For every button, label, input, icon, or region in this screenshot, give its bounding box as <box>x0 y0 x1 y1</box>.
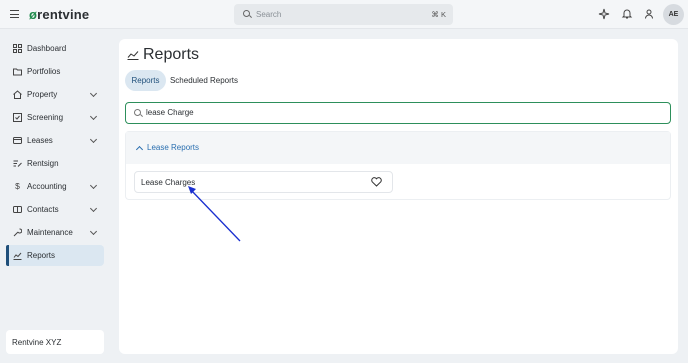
signature-icon <box>13 159 22 168</box>
sidebar-item-label: Screening <box>27 113 64 122</box>
chevron-down-icon <box>89 112 98 121</box>
sidebar-item-label: Portfolios <box>27 67 61 76</box>
report-item-lease-charges[interactable]: Lease Charges <box>134 171 393 193</box>
sidebar-item-label: Accounting <box>27 182 67 191</box>
sidebar-item-dashboard[interactable]: Dashboard <box>6 38 104 59</box>
reports-icon <box>127 50 139 60</box>
dollar-icon: $ <box>15 181 20 191</box>
sidebar-item-rentsign[interactable]: Rentsign <box>6 153 104 174</box>
wrench-icon <box>13 228 23 237</box>
sidebar-item-reports[interactable]: Reports <box>6 245 104 266</box>
sidebar-item-property[interactable]: Property <box>6 84 104 105</box>
sidebar-item-label: Rentsign <box>27 159 59 168</box>
search-icon <box>243 10 250 17</box>
organization-name: Rentvine XYZ <box>12 338 62 347</box>
organization-switcher[interactable]: Rentvine XYZ <box>6 330 104 354</box>
heart-icon[interactable] <box>371 177 382 187</box>
main-panel: Reports Reports Scheduled Reports lease … <box>119 39 678 354</box>
avatar[interactable]: AE <box>663 4 684 25</box>
sidebar-item-label: Leases <box>27 136 53 145</box>
global-search[interactable]: Search ⌘ K <box>234 4 453 25</box>
sidebar-item-label: Dashboard <box>27 44 67 53</box>
search-shortcut: ⌘ K <box>431 10 446 19</box>
reports-icon <box>13 251 22 260</box>
menu-icon[interactable] <box>10 10 19 18</box>
search-placeholder: Search <box>256 10 282 19</box>
search-icon <box>134 109 141 116</box>
sidebar-item-label: Contacts <box>27 205 59 214</box>
sidebar-item-screening[interactable]: Screening <box>6 107 104 128</box>
report-group-header[interactable]: Lease Reports <box>126 132 670 164</box>
logo[interactable]: ørentvine <box>29 7 89 22</box>
report-group: Lease Reports Lease Charges <box>125 131 671 200</box>
sidebar-item-label: Reports <box>27 251 56 260</box>
dashboard-icon <box>13 44 22 53</box>
sidebar-item-portfolios[interactable]: Portfolios <box>6 61 104 82</box>
user-icon[interactable] <box>643 8 655 20</box>
folder-icon <box>13 67 22 76</box>
chevron-down-icon <box>89 135 98 144</box>
sidebar-item-leases[interactable]: Leases <box>6 130 104 151</box>
lease-icon <box>13 136 22 145</box>
chevron-down-icon <box>89 89 98 98</box>
contacts-icon <box>13 205 22 214</box>
report-search-input[interactable]: lease Charge <box>125 102 671 124</box>
sidebar-item-contacts[interactable]: Contacts <box>6 199 104 220</box>
page-title: Reports <box>143 46 200 63</box>
sidebar-item-label: Property <box>27 90 58 99</box>
report-search-value: lease Charge <box>146 108 194 117</box>
chevron-down-icon <box>89 227 98 236</box>
sidebar-item-maintenance[interactable]: Maintenance <box>6 222 104 243</box>
tab-scheduled-reports[interactable]: Scheduled Reports <box>169 70 239 91</box>
screening-icon <box>13 113 22 122</box>
chevron-down-icon <box>89 204 98 213</box>
sidebar: Dashboard Portfolios Property Screening … <box>0 29 112 363</box>
tab-reports[interactable]: Reports <box>125 70 166 91</box>
logo-mark: ø <box>29 7 38 22</box>
top-bar: ørentvine Search ⌘ K AE <box>0 0 688 29</box>
chevron-down-icon <box>89 181 98 190</box>
chevron-up-icon <box>135 145 144 154</box>
sparkle-icon[interactable] <box>598 8 610 20</box>
logo-text: rentvine <box>37 7 90 22</box>
report-item-label: Lease Charges <box>141 178 196 187</box>
house-icon <box>13 90 22 99</box>
bell-icon[interactable] <box>621 8 633 20</box>
sidebar-item-label: Maintenance <box>27 228 73 237</box>
sidebar-item-accounting[interactable]: $ Accounting <box>6 176 104 197</box>
report-group-label: Lease Reports <box>147 143 200 152</box>
